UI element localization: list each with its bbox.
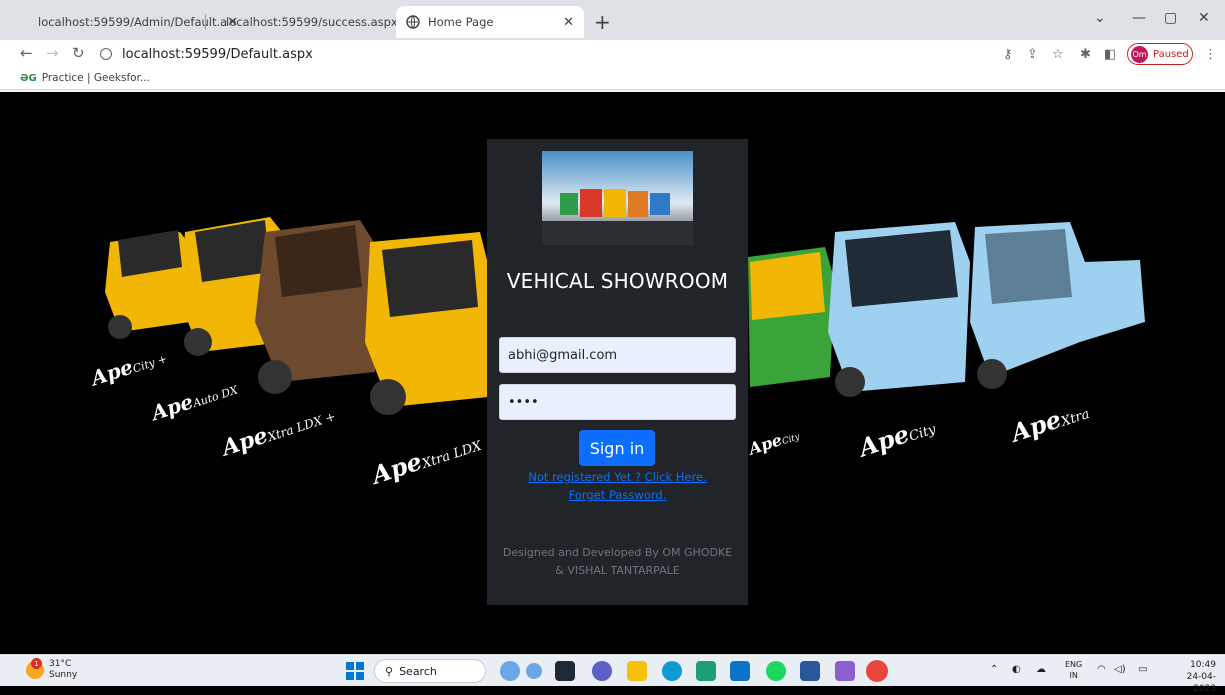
teams-icon[interactable] <box>696 661 716 681</box>
chevron-up-icon[interactable]: ⌃ <box>990 664 998 675</box>
credits-line-2: & VISHAL TANTARPALE <box>555 564 680 577</box>
store-icon[interactable] <box>730 661 750 681</box>
url-text: localhost:59599/Default.aspx <box>122 46 313 62</box>
window-close-button[interactable]: ✕ <box>1198 10 1210 26</box>
volume-icon[interactable]: ◁) <box>1114 664 1126 675</box>
chrome-icon[interactable] <box>866 660 888 682</box>
side-panel-icon[interactable]: ◧ <box>1104 47 1116 62</box>
browser-chrome: localhost:59599/Admin/Default.a ✕ localh… <box>0 0 1225 92</box>
weather-text: 31°C Sunny <box>49 659 77 681</box>
search-icon: ⚲ <box>385 664 394 678</box>
reload-button[interactable]: ↻ <box>72 44 85 62</box>
tab-title: localhost:59599/Admin/Default.a <box>38 15 228 29</box>
tray-app-icon[interactable]: ◐ <box>1012 664 1021 675</box>
tab-home-page[interactable]: Home Page ✕ <box>396 6 584 38</box>
system-clock[interactable]: 10:49 24-04-2023 <box>1172 659 1216 695</box>
weather-temp: 31°C <box>49 659 72 669</box>
showroom-image <box>542 151 693 245</box>
avatar: Om <box>1131 45 1148 63</box>
email-field[interactable]: abhi@gmail.com <box>499 337 736 373</box>
bookmark-label: Practice | Geeksfor... <box>41 72 150 84</box>
visual-studio-icon[interactable] <box>835 661 855 681</box>
widgets-icon[interactable] <box>526 663 542 679</box>
close-icon[interactable]: ✕ <box>563 15 574 30</box>
rickshaw-blue-1 <box>828 222 970 397</box>
language-indicator[interactable]: ENG IN <box>1065 659 1082 681</box>
rickshaw-blue-2 <box>970 222 1145 389</box>
lang-top: ENG <box>1065 660 1083 669</box>
extensions-icon[interactable]: ✱ <box>1080 47 1091 62</box>
tab-search-chevron-icon[interactable]: ⌄ <box>1094 10 1106 26</box>
windows-taskbar: 1 31°C Sunny ⚲ Search ⌃ ◐ ☁ ENG IN ◠ ◁) … <box>0 654 1225 694</box>
teams-chat-icon[interactable] <box>592 661 612 681</box>
key-icon[interactable]: ⚷ <box>1003 47 1013 62</box>
address-bar[interactable]: localhost:59599/Default.aspx <box>100 42 980 66</box>
info-icon[interactable] <box>100 48 112 60</box>
word-icon[interactable] <box>800 661 820 681</box>
forward-button[interactable]: → <box>46 44 59 62</box>
wifi-icon[interactable]: ◠ <box>1097 664 1106 675</box>
rickshaw-brown <box>255 220 380 394</box>
register-link[interactable]: Not registered Yet ? Click Here. <box>487 470 748 484</box>
restore-button[interactable]: ▢ <box>1164 10 1177 26</box>
geeksforgeeks-icon: ƏG <box>20 72 37 84</box>
tab-separator <box>205 14 206 30</box>
rickshaw-yellow-3 <box>365 232 490 415</box>
browser-toolbar: ← → ↻ localhost:59599/Default.aspx ⚷ ⇪ ☆… <box>0 40 1225 68</box>
search-label: Search <box>399 664 437 678</box>
bookmarks-bar: ƏG Practice | Geeksfor... <box>0 68 1225 90</box>
profile-button[interactable]: Om Paused <box>1127 43 1193 65</box>
bookmark-geeksforgeeks[interactable]: ƏG Practice | Geeksfor... <box>20 72 150 84</box>
rickshaw-green <box>748 247 835 387</box>
sign-in-button[interactable]: Sign in <box>579 430 655 466</box>
credits-line-1: Designed and Developed By OM GHODKE <box>502 546 733 559</box>
globe-icon <box>406 15 420 29</box>
profile-status: Paused <box>1153 48 1189 60</box>
battery-icon[interactable]: ▭ <box>1138 664 1147 675</box>
tab-admin[interactable]: localhost:59599/Admin/Default.a ✕ <box>20 6 238 38</box>
weather-widget[interactable]: 1 31°C Sunny <box>26 658 77 681</box>
new-tab-button[interactable]: + <box>594 10 611 34</box>
minimize-button[interactable]: — <box>1132 10 1146 26</box>
notification-badge: 1 <box>31 658 42 669</box>
back-button[interactable]: ← <box>20 44 33 62</box>
copilot-icon[interactable] <box>500 661 520 681</box>
credits-footer: Designed and Developed By OM GHODKE & VI… <box>499 544 736 580</box>
clock-date: 24-04-2023 <box>1186 672 1216 694</box>
tab-title: Home Page <box>428 15 494 29</box>
task-view-icon[interactable] <box>555 661 575 681</box>
sun-icon: 1 <box>26 658 44 679</box>
star-icon[interactable]: ☆ <box>1052 47 1064 62</box>
taskbar-search[interactable]: ⚲ Search <box>374 659 486 683</box>
page-title: VEHICAL SHOWROOM <box>506 269 729 293</box>
forgot-password-link[interactable]: Forget Password. <box>487 488 748 502</box>
share-icon[interactable]: ⇪ <box>1027 47 1038 62</box>
weather-desc: Sunny <box>49 670 78 680</box>
page-viewport: ApeCity + ApeAuto DX ApeXtra LDX + ApeXt… <box>10 92 1215 654</box>
tab-strip: localhost:59599/Admin/Default.a ✕ localh… <box>0 0 1225 40</box>
tab-title: localhost:59599/success.aspx <box>226 15 398 29</box>
menu-icon[interactable]: ⋮ <box>1204 47 1217 62</box>
spotify-icon[interactable] <box>766 661 786 681</box>
start-button[interactable] <box>346 662 364 680</box>
file-explorer-icon[interactable] <box>627 661 647 681</box>
lang-bottom: IN <box>1069 671 1078 680</box>
clock-time: 10:49 <box>1190 660 1216 670</box>
onedrive-icon[interactable]: ☁ <box>1036 664 1046 675</box>
tab-success[interactable]: localhost:59599/success.aspx ✕ <box>208 6 409 38</box>
edge-icon[interactable] <box>662 661 682 681</box>
password-field[interactable]: •••• <box>499 384 736 420</box>
login-card: VEHICAL SHOWROOM abhi@gmail.com •••• Sig… <box>487 139 748 605</box>
